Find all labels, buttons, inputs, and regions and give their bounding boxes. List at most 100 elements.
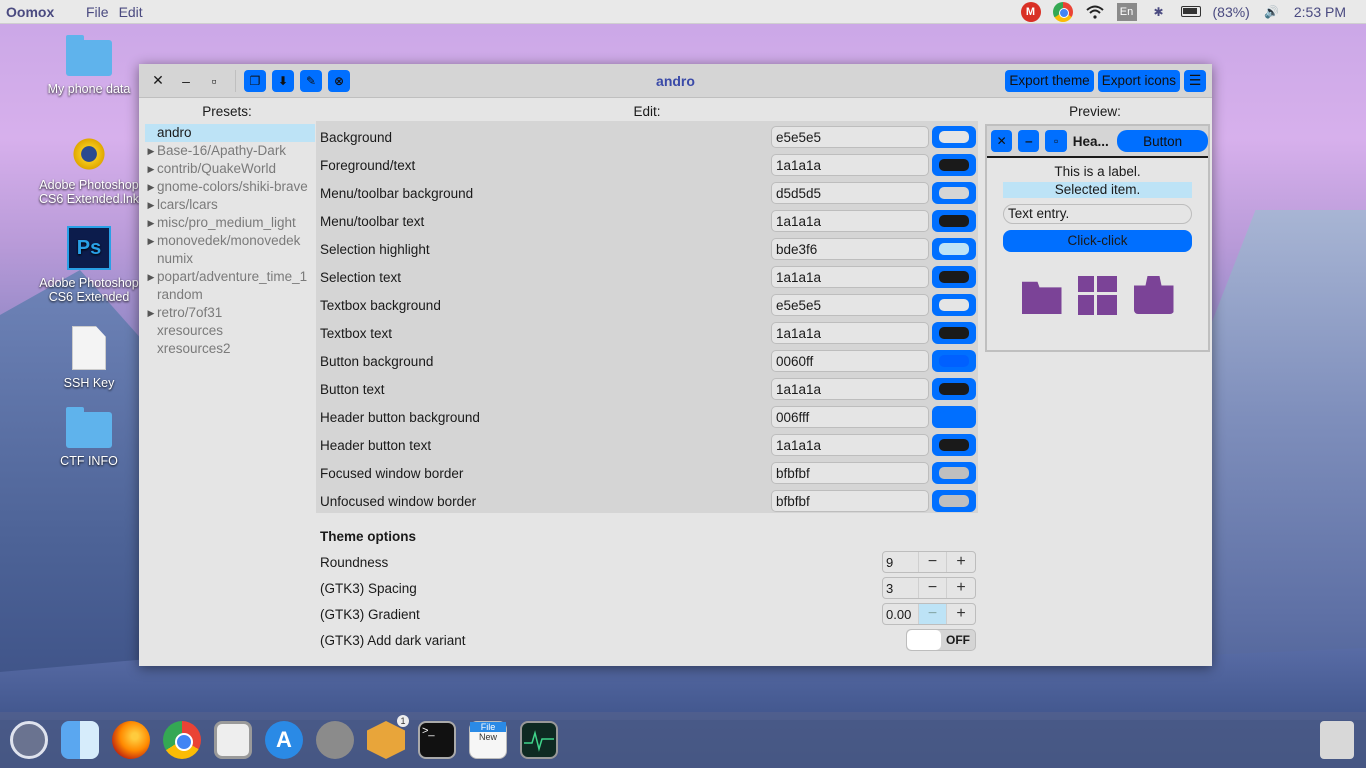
wifi-icon[interactable] [1085, 3, 1105, 21]
spacing-value[interactable]: 3 [883, 578, 919, 598]
app-name[interactable]: Oomox [6, 4, 86, 20]
gradient-value[interactable]: 0.00 [883, 604, 919, 624]
color-hex-input[interactable]: e5e5e5 [771, 126, 929, 148]
desktop-icon-ssh-key[interactable]: SSH Key [34, 326, 144, 390]
color-hex-input[interactable]: e5e5e5 [771, 294, 929, 316]
expand-arrow-icon[interactable]: ▶ [145, 232, 157, 250]
preset-item[interactable]: xresources [145, 322, 315, 340]
preset-item[interactable]: random [145, 286, 315, 304]
desktop-icon-photoshop[interactable]: Ps Adobe Photoshop CS6 Extended [34, 226, 144, 304]
chrome-icon[interactable] [163, 721, 201, 759]
color-hex-input[interactable]: 1a1a1a [771, 434, 929, 456]
color-hex-input[interactable]: bfbfbf [771, 462, 929, 484]
roundness-increment-button[interactable]: + [947, 552, 975, 572]
preview-click-button[interactable]: Click-click [1003, 230, 1192, 252]
finder-icon[interactable] [61, 721, 99, 759]
preview-icon[interactable] [214, 721, 252, 759]
color-picker-button[interactable] [932, 154, 976, 176]
color-picker-button[interactable] [932, 294, 976, 316]
preset-item[interactable]: numix [145, 250, 315, 268]
keyboard-language-indicator[interactable]: En [1116, 2, 1137, 21]
trash-icon[interactable] [1320, 721, 1354, 759]
preview-selected-item[interactable]: Selected item. [1003, 182, 1192, 198]
expand-arrow-icon[interactable]: ▶ [145, 160, 157, 178]
color-hex-input[interactable]: 0060ff [771, 350, 929, 372]
preview-text-entry[interactable]: Text entry. [1003, 204, 1192, 224]
gradient-increment-button[interactable]: + [947, 604, 975, 624]
gradient-spinner[interactable]: 0.00 − + [882, 603, 976, 625]
color-picker-button[interactable] [932, 238, 976, 260]
firefox-icon[interactable] [112, 721, 150, 759]
close-window-button[interactable]: ✕ [147, 70, 169, 92]
color-picker-button[interactable] [932, 434, 976, 456]
color-hex-input[interactable]: 1a1a1a [771, 378, 929, 400]
roundness-spinner[interactable]: 9 − + [882, 551, 976, 573]
color-picker-button[interactable] [932, 490, 976, 512]
color-hex-input[interactable]: d5d5d5 [771, 182, 929, 204]
preset-item[interactable]: ▶ Base-16/Apathy-Dark [145, 142, 315, 160]
expand-arrow-icon[interactable]: ▶ [145, 178, 157, 196]
rename-edit-icon[interactable]: ✎ [300, 69, 322, 92]
clone-preset-icon[interactable]: ❐ [244, 69, 266, 92]
color-hex-input[interactable]: bde3f6 [771, 238, 929, 260]
expand-arrow-icon[interactable]: ▶ [145, 196, 157, 214]
package-icon[interactable]: 1 [367, 715, 409, 759]
color-picker-button[interactable] [932, 266, 976, 288]
color-picker-button[interactable] [932, 210, 976, 232]
spacing-decrement-button[interactable]: − [919, 578, 947, 598]
preset-item[interactable]: ▶ monovedek/monovedek [145, 232, 315, 250]
preset-item[interactable]: ▶ contrib/QuakeWorld [145, 160, 315, 178]
system-settings-icon[interactable] [316, 721, 354, 759]
ubuntu-icon[interactable] [10, 721, 48, 759]
preset-item[interactable]: ▶ lcars/lcars [145, 196, 315, 214]
color-hex-input[interactable]: 1a1a1a [771, 210, 929, 232]
gradient-decrement-button[interactable]: − [919, 604, 947, 624]
color-picker-button[interactable] [932, 322, 976, 344]
gmail-icon[interactable]: M [1020, 1, 1041, 22]
color-picker-button[interactable] [932, 462, 976, 484]
desktop-icon-my-phone-data[interactable]: My phone data [34, 35, 144, 96]
preset-item[interactable]: ▶ misc/pro_medium_light [145, 214, 315, 232]
switch-knob[interactable] [907, 630, 941, 650]
color-picker-button[interactable] [932, 182, 976, 204]
color-picker-button[interactable] [932, 378, 976, 400]
system-monitor-icon[interactable] [520, 721, 558, 759]
export-theme-button[interactable]: Export theme [1005, 69, 1094, 92]
color-picker-button[interactable] [932, 406, 976, 428]
dark-variant-switch[interactable]: OFF [906, 629, 976, 651]
files-icon[interactable]: File New [469, 721, 507, 759]
menu-edit[interactable]: Edit [119, 4, 143, 20]
battery-icon[interactable] [1180, 3, 1201, 21]
roundness-decrement-button[interactable]: − [919, 552, 947, 572]
terminal-icon[interactable]: >_ [418, 721, 456, 759]
app-store-icon[interactable]: A [265, 721, 303, 759]
color-hex-input[interactable]: 006fff [771, 406, 929, 428]
color-picker-button[interactable] [932, 350, 976, 372]
preview-minimize-icon[interactable]: ‒ [1018, 130, 1040, 152]
preset-item[interactable]: ▶ popart/adventure_time_1 [145, 268, 315, 286]
preview-close-icon[interactable]: ✕ [991, 130, 1013, 152]
expand-arrow-icon[interactable]: ▶ [145, 304, 157, 322]
hamburger-menu-icon[interactable]: ☰ [1184, 69, 1206, 92]
roundness-value[interactable]: 9 [883, 552, 919, 572]
preset-item[interactable]: ▶ retro/7of31 [145, 304, 315, 322]
menu-file[interactable]: File [86, 4, 109, 20]
color-hex-input[interactable]: 1a1a1a [771, 266, 929, 288]
delete-preset-icon[interactable]: ⊗ [328, 69, 350, 92]
desktop-icon-photoshop-lnk[interactable]: Adobe Photoshop CS6 Extended.lnk [34, 136, 144, 206]
preset-item[interactable]: ▶ gnome-colors/shiki-brave [145, 178, 315, 196]
preview-maximize-icon[interactable]: ▫ [1045, 130, 1067, 152]
export-icons-button[interactable]: Export icons [1097, 69, 1180, 92]
minimize-window-button[interactable]: ‒ [175, 70, 197, 92]
maximize-window-button[interactable]: ▫ [203, 70, 225, 92]
clock[interactable]: 2:53 PM [1294, 4, 1346, 20]
desktop-icon-ctf-info[interactable]: CTF INFO [34, 407, 144, 468]
expand-arrow-icon[interactable]: ▶ [145, 268, 157, 286]
volume-icon[interactable]: 🔊 [1262, 3, 1282, 21]
spacing-increment-button[interactable]: + [947, 578, 975, 598]
preset-item[interactable]: xresources2 [145, 340, 315, 358]
expand-arrow-icon[interactable]: ▶ [145, 214, 157, 232]
color-picker-button[interactable] [932, 126, 976, 148]
chrome-tray-icon[interactable] [1052, 1, 1073, 22]
bluetooth-icon[interactable]: ✱ [1149, 3, 1169, 21]
